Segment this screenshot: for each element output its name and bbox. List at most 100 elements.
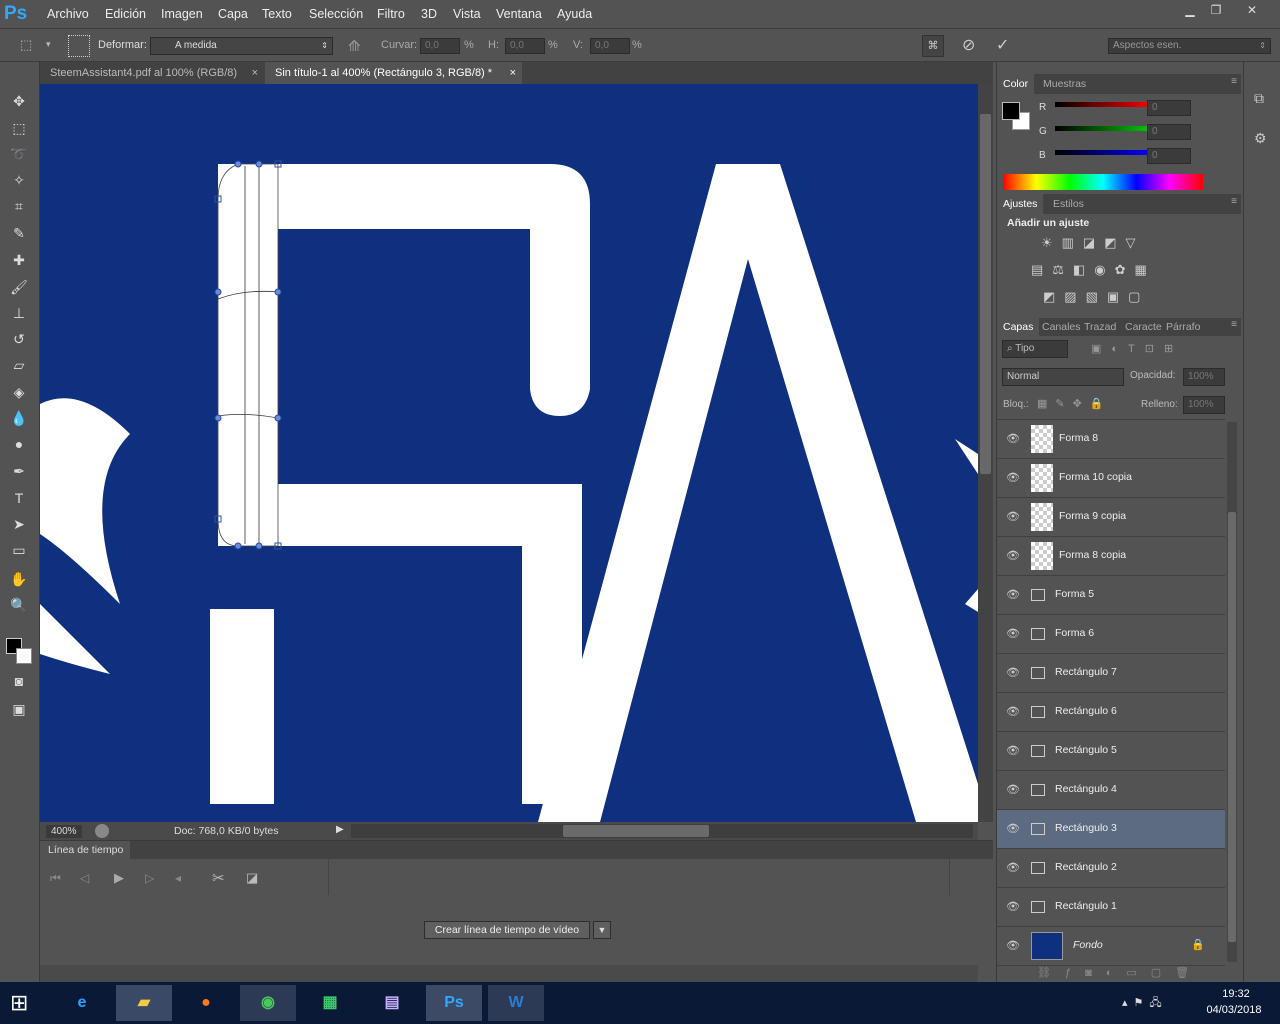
paint-bucket-icon[interactable]: ◈ xyxy=(8,381,30,403)
tab-muestras[interactable]: Muestras xyxy=(1037,74,1092,94)
layer-row[interactable]: 👁 Rectángulo 4 xyxy=(997,771,1225,810)
next-frame-icon[interactable]: ▷ xyxy=(145,871,154,885)
green-slider[interactable] xyxy=(1055,126,1153,131)
type-tool-icon[interactable]: T xyxy=(8,487,30,509)
system-tray-icons[interactable]: ▴⚑🖧 xyxy=(1122,994,1168,1013)
zoom-level[interactable]: 400% xyxy=(46,825,82,838)
menu-vista[interactable]: Vista xyxy=(453,0,481,28)
visibility-eye-icon[interactable]: 👁 xyxy=(1006,939,1020,953)
status-info-icon[interactable] xyxy=(95,824,109,838)
layer-row[interactable]: 👁 Forma 5 xyxy=(997,576,1225,615)
menu-ayuda[interactable]: Ayuda xyxy=(557,0,592,28)
play-icon[interactable]: ▶ xyxy=(114,870,124,886)
workspace-selector[interactable]: Aspectos esen. ⇕ xyxy=(1108,38,1271,54)
warp-style-dropdown[interactable]: A medida ⇕ xyxy=(150,37,333,55)
brush-tool-icon[interactable]: 🖌 xyxy=(8,276,30,298)
menu-texto[interactable]: Texto xyxy=(262,0,292,28)
tab-parrafo[interactable]: Párrafo xyxy=(1163,318,1203,336)
canvas-horizontal-scrollbar[interactable] xyxy=(351,824,973,838)
visibility-eye-icon[interactable]: 👁 xyxy=(1006,549,1020,563)
layer-row[interactable]: 👁 Forma 6 xyxy=(997,615,1225,654)
path-selection-icon[interactable]: ➤ xyxy=(8,513,30,535)
internet-explorer-icon[interactable]: e xyxy=(54,985,110,1021)
clock-time[interactable]: 19:32 xyxy=(1206,988,1266,1000)
lasso-tool-icon[interactable]: ➰ xyxy=(8,143,30,165)
scroll-thumb[interactable] xyxy=(980,114,991,474)
history-brush-icon[interactable]: ↺ xyxy=(8,328,30,350)
healing-brush-icon[interactable]: ✚ xyxy=(8,249,30,271)
tab-steemassistant[interactable]: SteemAssistant4.pdf al 100% (RGB/8) × xyxy=(40,62,264,84)
dodge-tool-icon[interactable]: ● xyxy=(8,433,30,455)
fill-input[interactable]: 100% xyxy=(1183,396,1225,414)
visibility-eye-icon[interactable]: 👁 xyxy=(1006,432,1020,446)
menu-seleccion[interactable]: Selección xyxy=(309,0,363,28)
layer-row[interactable]: 👁 Forma 10 copia xyxy=(997,459,1225,498)
scroll-thumb[interactable] xyxy=(1228,512,1236,942)
layer-row[interactable]: 👁 🔒 Fondo xyxy=(997,927,1225,966)
close-tab-icon[interactable]: × xyxy=(252,62,258,84)
layer-row[interactable]: 👁 Rectángulo 2 xyxy=(997,849,1225,888)
menu-edicion[interactable]: Edición xyxy=(105,0,146,28)
v-distortion-input[interactable]: 0,0 xyxy=(590,38,630,54)
previous-frame-icon[interactable]: ◁ xyxy=(80,871,89,885)
visibility-eye-icon[interactable]: 👁 xyxy=(1006,861,1020,875)
warp-orientation-icon[interactable]: ⟰ xyxy=(348,37,361,55)
tab-color[interactable]: Color xyxy=(997,74,1035,94)
visibility-eye-icon[interactable]: 👁 xyxy=(1006,744,1020,758)
close-tab-icon[interactable]: × xyxy=(510,62,516,84)
screen-mode-icon[interactable]: ▣ xyxy=(8,698,30,720)
visibility-eye-icon[interactable]: 👁 xyxy=(1006,705,1020,719)
layer-row[interactable]: 👁 Rectángulo 1 xyxy=(997,888,1225,927)
clock-date[interactable]: 04/03/2018 xyxy=(1198,1004,1270,1016)
green-value-input[interactable]: 0 xyxy=(1147,124,1191,140)
blue-value-input[interactable]: 0 xyxy=(1147,148,1191,164)
background-color-swatch[interactable] xyxy=(16,648,32,664)
document-canvas[interactable] xyxy=(40,84,978,822)
photoshop-taskbar-icon[interactable]: Ps xyxy=(426,985,482,1021)
quick-mask-icon[interactable]: ◙ xyxy=(8,670,30,692)
hand-tool-icon[interactable]: ✋ xyxy=(8,568,30,590)
eraser-icon[interactable]: ▱ xyxy=(8,354,30,376)
canvas-vertical-scrollbar[interactable] xyxy=(978,84,993,822)
opacity-input[interactable]: 100% xyxy=(1183,368,1225,386)
calendar-icon[interactable]: ▤ xyxy=(364,985,420,1021)
layer-filter-icons[interactable]: ▣◐T⊡⊞ xyxy=(1091,342,1183,355)
move-tool-icon[interactable]: ✥ xyxy=(8,90,30,112)
blue-slider[interactable] xyxy=(1055,150,1153,155)
eyedropper-icon[interactable]: ✎ xyxy=(8,222,30,244)
visibility-eye-icon[interactable]: 👁 xyxy=(1006,471,1020,485)
word-icon[interactable]: W xyxy=(488,985,544,1021)
visibility-eye-icon[interactable]: 👁 xyxy=(1006,627,1020,641)
windows-start-icon[interactable]: ⊞ xyxy=(10,990,28,1016)
history-panel-icon[interactable]: ⧉ xyxy=(1254,90,1264,107)
close-icon[interactable]: ✕ xyxy=(1240,0,1264,20)
tab-capas[interactable]: Capas xyxy=(997,318,1040,336)
magic-wand-icon[interactable]: ✧ xyxy=(8,169,30,191)
tab-estilos[interactable]: Estilos xyxy=(1047,194,1090,214)
bend-input[interactable]: 0,0 xyxy=(420,38,460,54)
cancel-transform-icon[interactable]: ⊘ xyxy=(962,35,975,55)
layer-actions-bar[interactable]: ⛓ƒ◙◐▭▢🗑 xyxy=(1037,966,1203,979)
menu-imagen[interactable]: Imagen xyxy=(161,0,203,28)
create-video-timeline-button[interactable]: Crear línea de tiempo de vídeo xyxy=(424,921,590,939)
tab-sin-titulo[interactable]: Sin título-1 al 400% (Rectángulo 3, RGB/… xyxy=(265,62,522,84)
layer-row[interactable]: 👁 Rectángulo 7 xyxy=(997,654,1225,693)
zoom-tool-icon[interactable]: 🔍 xyxy=(8,594,30,616)
chrome-icon[interactable]: ◉ xyxy=(240,985,296,1021)
visibility-eye-icon[interactable]: 👁 xyxy=(1006,822,1020,836)
tab-caracter[interactable]: Caracte xyxy=(1122,318,1165,336)
layer-row[interactable]: 👁 Rectángulo 3 xyxy=(997,810,1225,849)
blur-tool-icon[interactable]: 💧 xyxy=(8,407,30,429)
layer-row[interactable]: 👁 Forma 8 copia xyxy=(997,537,1225,576)
pen-tool-icon[interactable]: ✒ xyxy=(8,460,30,482)
layer-filter-dropdown[interactable]: ⌕ Tipo xyxy=(1002,340,1068,358)
crop-tool-icon[interactable]: ⌗ xyxy=(8,195,30,217)
lock-icons[interactable]: ▦✎✥🔒 xyxy=(1037,397,1112,410)
chevron-right-icon[interactable]: ▶ xyxy=(336,824,344,835)
layer-row[interactable]: 👁 Rectángulo 5 xyxy=(997,732,1225,771)
minimize-icon[interactable]: ▁ xyxy=(1178,0,1202,20)
color-spectrum-bar[interactable] xyxy=(1003,174,1203,190)
blend-mode-dropdown[interactable]: Normal xyxy=(1002,368,1124,386)
first-frame-icon[interactable]: ⏮ xyxy=(50,871,61,886)
menu-archivo[interactable]: Archivo xyxy=(47,0,89,28)
